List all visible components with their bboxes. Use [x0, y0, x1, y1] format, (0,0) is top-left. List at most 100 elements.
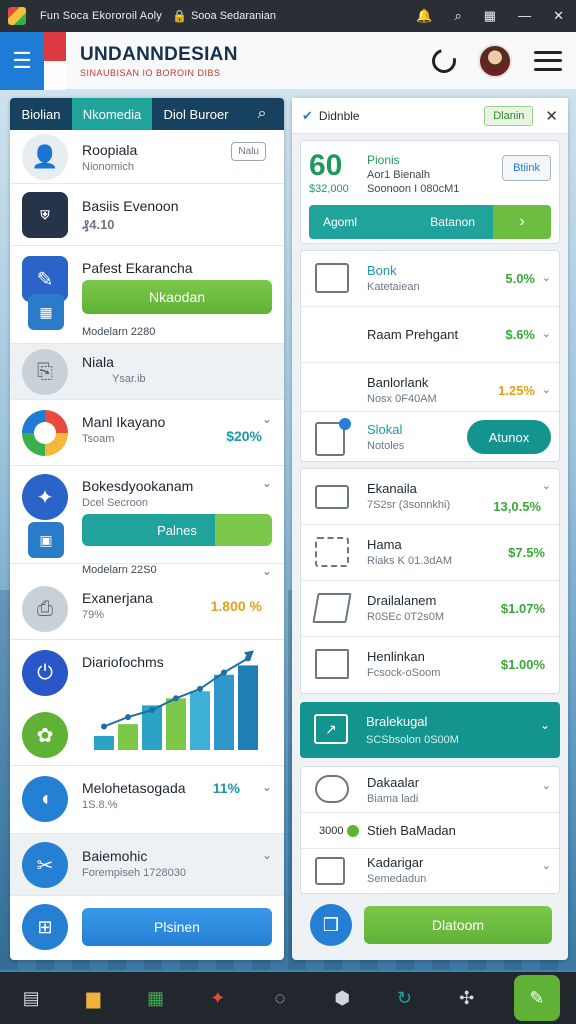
edit-app-icon[interactable]: ✎ [513, 975, 560, 1021]
chevron-down-icon[interactable]: ⌄ [542, 327, 551, 340]
list-item-title: Bokesdyookanam [82, 478, 194, 494]
summary-progress[interactable]: Agoml Batanon › [309, 205, 551, 239]
action-button[interactable]: Atunox [467, 420, 551, 454]
list-item[interactable]: ⛨ Basiis Evenoon ₰4.10 [10, 184, 284, 246]
list-row[interactable]: Hama Riaks K 01.3dAM $7.5% [301, 525, 559, 581]
tab-biolian[interactable]: Biolian [10, 98, 72, 130]
footer-button[interactable]: Plsinen [82, 908, 272, 946]
row-sub: Biama ladi [367, 793, 419, 805]
list-row[interactable]: Ekanaila 7S2sr (3sonnkhi) 13,0.5% ⌄ [301, 469, 559, 525]
refresh-icon[interactable]: ↻ [389, 983, 419, 1013]
card-icon [315, 485, 349, 509]
summary-line1: Aor1 Bienalh [367, 169, 430, 181]
row-value: $1.00% [500, 657, 545, 672]
progress-mid-label: Batanon [430, 215, 475, 229]
chevron-down-icon[interactable]: ⌄ [542, 859, 551, 872]
list-row[interactable]: Kadarigar Semedadun ⌄ [301, 849, 559, 893]
building-icon [315, 537, 349, 567]
close-icon[interactable]: ✕ [545, 107, 558, 125]
avatar[interactable] [478, 43, 512, 78]
tab-bar: Biolian Nkomedia Diol Buroer ⌕ [10, 98, 284, 130]
storage-icon[interactable]: ▤ [16, 983, 46, 1013]
tools-icon[interactable]: ✦ [203, 983, 233, 1013]
tab-nkomedia[interactable]: Nkomedia [72, 98, 152, 130]
tools-icon: ✂ [22, 842, 68, 888]
chevron-down-icon[interactable]: ⌄ [262, 848, 272, 862]
search-icon[interactable]: ⌕ [455, 8, 462, 24]
spreadsheet-icon[interactable]: ▦ [141, 983, 171, 1013]
list-row[interactable]: Drailalanem R0SEc 0T2s0M $1.07% [301, 581, 559, 637]
chevron-down-icon[interactable]: ⌄ [540, 718, 550, 732]
row-value: 13,0.5% [493, 499, 541, 514]
chevron-down-icon[interactable]: ⌄ [262, 780, 272, 794]
home-icon [315, 649, 349, 679]
grid-icon[interactable]: ▦ [484, 8, 496, 24]
banner[interactable]: ↗ Bralekugal SCSbsolon 0S00M ⌄ [300, 702, 560, 758]
list-item[interactable]: ⎙ Exanerjana 79% 1.800 % [10, 584, 284, 640]
folder-icon[interactable]: ▆ [78, 983, 108, 1013]
badge[interactable]: Nalu [231, 142, 266, 161]
chart-point [149, 707, 155, 714]
header-button[interactable]: Dlanin [484, 105, 534, 126]
chevron-right-icon[interactable]: › [493, 205, 551, 239]
panel-title: Didnble [318, 108, 360, 123]
chevron-down-icon[interactable]: ⌄ [542, 479, 551, 492]
minimize-icon[interactable]: — [518, 8, 531, 24]
list-item[interactable]: Manl Ikayano Tsoam $20% ⌄ [10, 400, 284, 466]
bell-icon[interactable]: 🔔 [416, 8, 432, 24]
list-item-value: $20% [226, 428, 262, 444]
close-icon[interactable]: ✕ [553, 8, 564, 24]
secure-label: Sooa Sedaranian [190, 10, 276, 22]
cube-icon[interactable]: ⬢ [327, 983, 357, 1013]
box-icon[interactable]: ❒ [310, 904, 352, 946]
layout-icon: ▣ [28, 522, 64, 558]
metric-value: $.6% [505, 327, 535, 342]
list-item[interactable]: ⎘ Niala Ysar.ib [10, 344, 284, 400]
tab-search-icon[interactable]: ⌕ [240, 98, 284, 130]
metric-row[interactable]: Raam Prehgant $.6% ⌄ [301, 307, 559, 363]
chart-item[interactable]: ⏻ ✿ Diariofochms [10, 640, 284, 766]
list-item[interactable]: ✦ ▣ Bokesdyookanam Dcel Secroon ⌄ Palnes [10, 466, 284, 564]
chevron-down-icon[interactable]: ⌄ [542, 271, 551, 284]
sync-icon[interactable] [427, 44, 461, 77]
tab-diol-buroer[interactable]: Diol Buroer [152, 98, 240, 130]
list-item[interactable]: ✂ Baiemohic Forempiseh 1728030 ⌄ [10, 834, 284, 896]
chevron-down-icon[interactable]: ⌄ [542, 383, 551, 396]
row-title: Kadarigar [367, 855, 424, 870]
grid-icon[interactable]: ⊞ [22, 904, 68, 950]
chart-point [101, 723, 107, 730]
person-icon: 👤 [22, 134, 68, 180]
list-card: Ekanaila 7S2sr (3sonnkhi) 13,0.5% ⌄ Hama… [300, 468, 560, 694]
banner-title: Bralekugal [366, 714, 428, 729]
list-item[interactable]: 👤 Roopiala Nionomich Nalu [10, 130, 284, 184]
compass-icon[interactable]: ◌ [265, 983, 295, 1013]
list-item[interactable]: ◖ Melohetasogada 1S.8.% 11% ⌄ [10, 766, 284, 834]
summary-side-button[interactable]: Btiink [502, 155, 551, 181]
window-title: Fun Soca Ekororoil Aoly [40, 10, 162, 22]
caption: Modelarn 22S0 ⌄ [10, 564, 284, 584]
chevron-down-icon[interactable]: ⌄ [262, 412, 272, 426]
list-row[interactable]: 3000 Stieh BaMadan [301, 813, 559, 849]
list-item[interactable]: ✎ ▦ Pafest Ekarancha Nkaodan Modelarn 22… [10, 246, 284, 344]
list-item-title: Basiis Evenoon [82, 198, 179, 214]
link-icon[interactable]: ✣ [452, 983, 482, 1013]
donut-chart-icon [22, 410, 68, 456]
list-row[interactable]: Henlinkan Fcsock-oSoom $1.00% [301, 637, 559, 693]
chevron-down-icon[interactable]: ⌄ [542, 779, 551, 792]
row-sub: R0SEc 0T2s0M [367, 611, 445, 623]
list-row[interactable]: Dakaalar Biama ladi ⌄ [301, 767, 559, 813]
action-sub: Notoles [367, 440, 405, 452]
menu-icon[interactable] [534, 50, 562, 71]
primary-action-button[interactable]: Nkaodan [82, 280, 272, 314]
progress-left-label: Agoml [323, 215, 358, 229]
hamburger-menu-button[interactable]: ☰ [0, 31, 44, 90]
list-item-sub: Forempiseh 1728030 [82, 867, 186, 879]
chevron-down-icon[interactable]: ⌄ [262, 564, 272, 578]
chevron-down-icon[interactable]: ⌄ [262, 476, 272, 490]
bird-icon: ◖ [22, 776, 68, 822]
metric-row[interactable]: Bonk Katetaiean 5.0% ⌄ [301, 251, 559, 307]
footer-button[interactable]: Dlatoom [364, 906, 552, 944]
progress-button[interactable]: Palnes [82, 514, 272, 546]
list-item-title: Niala [82, 354, 114, 370]
card-icon: ⎙ [22, 586, 68, 632]
